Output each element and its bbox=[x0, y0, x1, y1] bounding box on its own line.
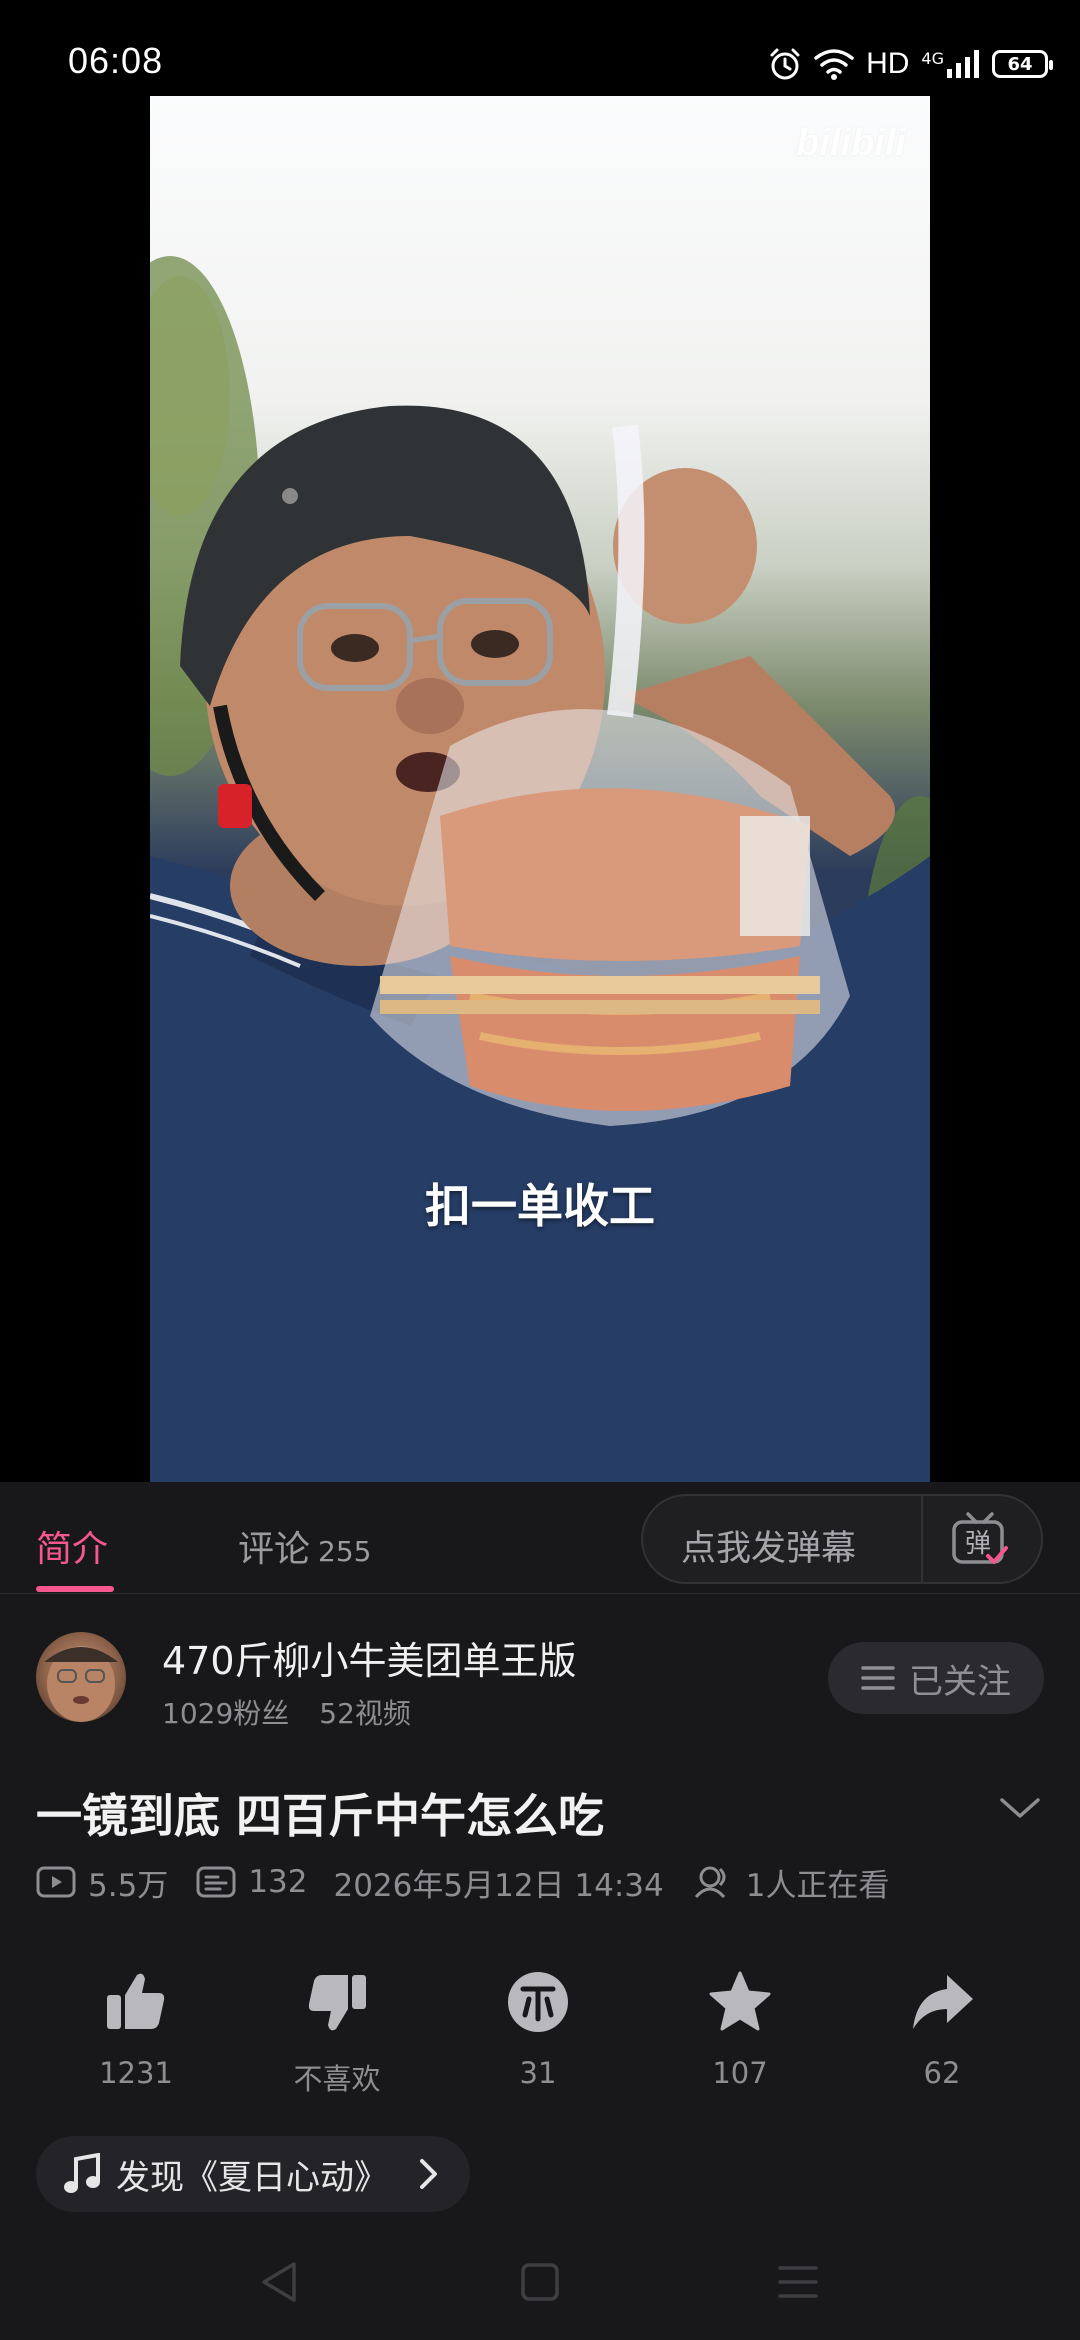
status-icons: HD 4G 64 bbox=[768, 44, 1053, 84]
danmaku-count: 132 bbox=[248, 1864, 308, 1900]
coin-count: 31 bbox=[519, 2056, 557, 2090]
danmaku-divider bbox=[921, 1496, 923, 1582]
chevron-right-icon bbox=[420, 2159, 437, 2189]
menu-icon bbox=[861, 1666, 895, 1690]
video-frame[interactable]: bilibili 扣一单收工 bbox=[150, 96, 930, 1482]
network-type: 4G bbox=[921, 49, 980, 79]
bilibili-watermark: bilibili bbox=[796, 122, 906, 164]
home-button[interactable] bbox=[510, 2252, 570, 2312]
back-button[interactable] bbox=[248, 2252, 308, 2312]
danmaku-toggle-button[interactable]: 弹 bbox=[935, 1508, 1025, 1572]
share-button[interactable]: 62 bbox=[857, 1962, 1027, 2090]
recents-button[interactable] bbox=[768, 2252, 828, 2312]
danmaku-count-icon bbox=[196, 1866, 236, 1898]
tab-bar: 简介 评论 255 点我发弹幕 弹 bbox=[0, 1482, 1080, 1594]
music-note-icon bbox=[64, 2153, 100, 2193]
thumbs-down-icon bbox=[308, 1975, 366, 2031]
status-bar: 06:08 HD 4G 64 bbox=[0, 0, 1080, 96]
watching-icon bbox=[694, 1866, 726, 1899]
video-subtitle: 扣一单收工 bbox=[425, 1179, 655, 1233]
home-square-icon bbox=[521, 2263, 559, 2301]
publish-time: 2026年5月12日 14:34 bbox=[333, 1867, 664, 1904]
coin-icon bbox=[508, 1972, 568, 2032]
battery-icon: 64 bbox=[992, 50, 1053, 78]
views-meta: 5.5万 bbox=[36, 1860, 168, 1905]
watching-meta: 1人正在看 bbox=[692, 1860, 890, 1905]
uploader-name[interactable]: 470斤柳小牛美团单王版 bbox=[162, 1630, 577, 1685]
avatar-face bbox=[44, 1646, 118, 1722]
follow-label: 已关注 bbox=[909, 1661, 1011, 1702]
video-player[interactable]: bilibili 扣一单收工 bbox=[0, 96, 1080, 1482]
system-nav-bar bbox=[0, 2230, 1080, 2340]
danmaku-input-box[interactable]: 点我发弹幕 弹 bbox=[641, 1494, 1043, 1584]
status-time: 06:08 bbox=[68, 40, 164, 81]
danmaku-tv-icon: 弹 bbox=[952, 1512, 1008, 1564]
music-label: 发现《夏日心动》 bbox=[116, 2157, 388, 2198]
active-tab-indicator bbox=[36, 1586, 114, 1592]
tab-comments-label: 评论 bbox=[238, 1529, 311, 1570]
dislike-button[interactable]: 不喜欢 bbox=[252, 1962, 422, 2098]
menu-lines-icon bbox=[778, 2266, 818, 2298]
alarm-icon bbox=[770, 48, 800, 80]
danmaku-input[interactable]: 点我发弹幕 bbox=[681, 1520, 856, 1571]
uploader-followers: 1029粉丝 bbox=[162, 1697, 290, 1730]
danmaku-meta: 132 bbox=[196, 1864, 307, 1900]
back-triangle-icon bbox=[262, 2262, 296, 2302]
view-count: 5.5万 bbox=[88, 1867, 169, 1904]
follow-button[interactable]: 已关注 bbox=[828, 1642, 1044, 1714]
tab-comments[interactable]: 评论 255 bbox=[238, 1520, 371, 1572]
signal-icon bbox=[947, 50, 979, 78]
watching-count: 1人正在看 bbox=[745, 1867, 890, 1904]
tab-comments-count: 255 bbox=[318, 1535, 372, 1568]
share-count: 62 bbox=[923, 2056, 961, 2090]
video-title: 一镜到底 四百斤中午怎么吃 bbox=[36, 1789, 605, 1843]
action-bar: 1231 不喜欢 31 107 62 bbox=[0, 1962, 1080, 2112]
uploader-avatar[interactable] bbox=[36, 1632, 126, 1722]
share-icon bbox=[913, 1975, 973, 2029]
uploader-videos: 52视频 bbox=[319, 1697, 411, 1730]
dislike-label: 不喜欢 bbox=[293, 2062, 381, 2096]
thumbs-up-icon bbox=[107, 1973, 165, 2029]
uploader-stats: 1029粉丝 52视频 bbox=[162, 1692, 411, 1732]
coin-button[interactable]: 31 bbox=[453, 1962, 623, 2090]
video-scene bbox=[150, 256, 930, 1482]
like-button[interactable]: 1231 bbox=[51, 1962, 221, 2090]
music-discover-pill[interactable]: 发现《夏日心动》 bbox=[36, 2136, 470, 2212]
chevron-down-icon[interactable] bbox=[998, 1788, 1042, 1828]
hd-label: HD bbox=[866, 47, 910, 80]
tab-intro[interactable]: 简介 bbox=[36, 1520, 108, 1572]
wifi-icon bbox=[814, 49, 854, 80]
favorite-count: 107 bbox=[712, 2056, 768, 2090]
star-icon bbox=[709, 1971, 771, 2031]
video-meta-row: 5.5万 132 2026年5月12日 14:34 1人正在看 bbox=[36, 1860, 889, 1904]
play-count-icon bbox=[36, 1866, 76, 1898]
favorite-button[interactable]: 107 bbox=[655, 1962, 825, 2090]
like-count: 1231 bbox=[99, 2056, 173, 2090]
video-detail-panel: 简介 评论 255 点我发弹幕 弹 470斤柳小牛美团单王版 1029粉丝 52… bbox=[0, 1482, 1080, 2340]
